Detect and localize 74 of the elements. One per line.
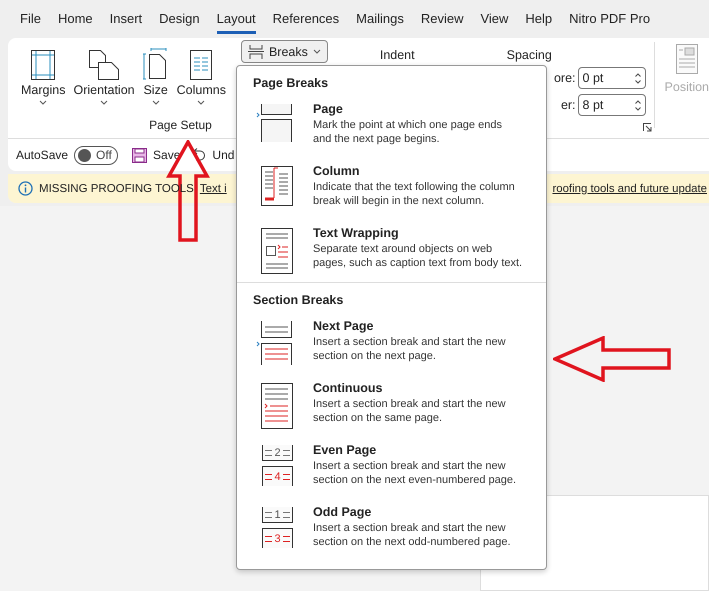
columns-icon [190,50,212,80]
orientation-icon [89,50,120,80]
message-link[interactable]: roofing tools and future update [552,182,709,194]
indent-label: Indent [380,48,415,62]
item-description: Separate text around objects on web [313,242,494,256]
item-description: section on the next odd-numbered page. [313,535,511,549]
ribbon-tab[interactable]: View [480,4,508,34]
item-description: Insert a section break and start the new [313,397,506,411]
chevron-icon [39,100,48,105]
item-title: Page [313,102,344,116]
group-label: Page Setup [148,118,213,132]
item-description: section on the next even-numbered page. [313,473,516,487]
menu-item[interactable]: 1 3 Odd Page Insert a section break and start the new section on the next odd-numbered page. [237,499,546,561]
ribbon-tab[interactable]: Mailings [356,4,404,34]
ribbon-tab[interactable]: Home [58,4,93,34]
ribbon-button[interactable]: Margins [21,83,66,97]
save-icon[interactable] [132,148,148,162]
item-description: break will begin in the next column. [313,194,486,208]
message-link[interactable]: Text i [200,182,227,194]
spinner-icon[interactable] [634,100,641,110]
item-description: Mark the point at which one page ends [313,118,502,132]
autosave-label: AutoSave [16,148,68,162]
chevron-icon [152,100,160,105]
size-icon [142,48,169,80]
spacing-field[interactable]: 0 pt [578,67,646,89]
menu-item[interactable]: Continuous Insert a section break and start the new section on the same page. [237,375,546,437]
breaks-button[interactable]: Breaks [240,40,328,63]
spacing-field[interactable]: 8 pt [578,94,646,116]
field-label: ore: [554,71,576,85]
autosave-toggle[interactable]: Off [74,146,118,164]
item-title: Column [313,164,361,178]
ribbon-button[interactable]: Orientation [73,83,135,97]
chevron-icon [197,100,206,105]
ribbon-tab[interactable]: Review [420,4,464,34]
ribbon-tab[interactable]: Help [525,4,552,34]
page-break-icon [248,44,264,58]
dialog-launcher-icon[interactable] [642,123,652,132]
item-title: Next Page [313,319,374,333]
position-icon [676,44,698,74]
chevron-icon [100,100,108,105]
undo-label[interactable]: Und [212,148,234,162]
item-title: Odd Page [313,505,372,519]
menu-item[interactable]: 2 4 Even Page Insert a section break and start the new section on the next even-numbered page. [237,437,546,499]
ribbon-tab[interactable]: Design [159,4,200,34]
chevron-icon [312,49,321,54]
menu-item[interactable]: Text Wrapping Separate text around objects on web pages, such as caption text from body text. [237,220,546,282]
item-description: section on the next page. [313,349,437,363]
item-description: Insert a section break and start the new [313,459,507,473]
item-description: Insert a section break and start the new [313,335,506,349]
item-description: section on the same page. [313,411,444,425]
ribbon-tab[interactable]: Layout [216,4,256,34]
spacing-label: Spacing [506,48,552,62]
margins-icon [31,50,56,80]
item-description: pages, such as caption text from body text. [313,256,522,270]
item-title: Text Wrapping [313,226,400,240]
ribbon-button[interactable]: Columns [176,83,226,97]
ribbon-tab[interactable]: File [20,4,41,34]
section-header: Section Breaks [252,292,344,309]
menu-item[interactable]: Next Page Insert a section break and start the new section on the next page. [237,313,546,375]
section-header: Page Breaks [252,75,330,92]
item-description: Indicate that the text following the column [313,180,515,194]
item-description: Insert a section break and start the new [313,521,507,535]
item-description: and the next page begins. [313,132,441,146]
menu-item[interactable]: Page Mark the point at which one page ends and the next page begins. [237,96,546,158]
item-title: Continuous [313,381,384,395]
ribbon-tab[interactable]: Insert [110,4,142,34]
field-label: er: [560,98,576,112]
ribbon-tab[interactable]: References [272,4,340,34]
item-title: Even Page [313,443,378,457]
menu-item[interactable]: Column Indicate that the text following the column break will begin in the next column. [237,158,546,220]
ribbon-tab[interactable]: Nitro PDF Pro [569,4,650,34]
info-icon [18,181,33,196]
ribbon-button[interactable]: Size [143,83,168,97]
spinner-icon[interactable] [634,72,641,84]
